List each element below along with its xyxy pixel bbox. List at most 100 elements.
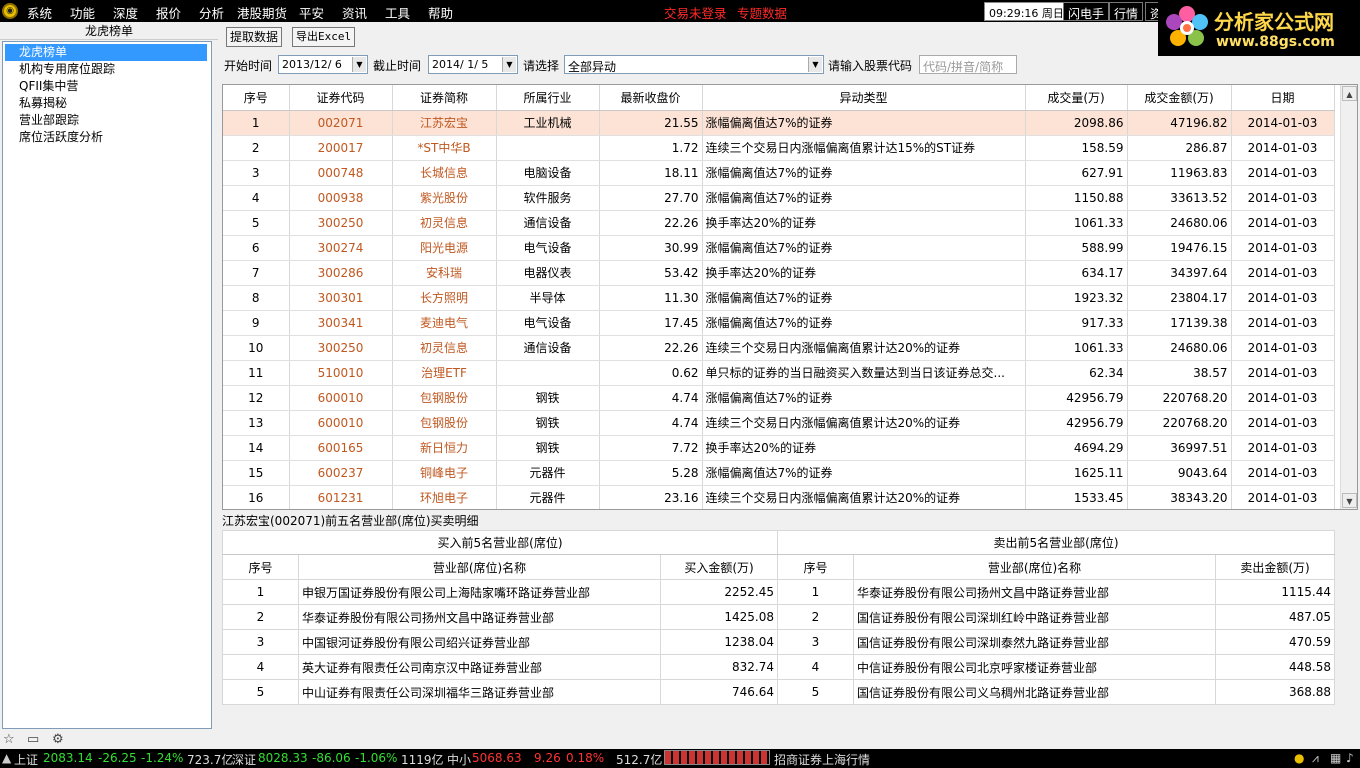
header-col-close[interactable]: 最新收盘价 [599, 85, 703, 111]
table-row[interactable]: 7 300286 安科瑞 电器仪表 53.42 换手率达20%的证券 634.17 34397… [223, 260, 1335, 286]
cell-sell-amount: 470.59 [1215, 629, 1335, 655]
flash-trade-button[interactable]: 闪电手 [1063, 2, 1110, 21]
table-row[interactable]: 13 600010 包钢股份 钢铁 4.74 连续三个交易日内涨幅偏离值累计达20%的证券… [223, 410, 1335, 436]
scroll-down-icon[interactable]: ▼ [1342, 493, 1357, 508]
cell-col-date: 2014-01-03 [1231, 285, 1335, 311]
table-row[interactable]: 2 200017 *ST中华B 1.72 连续三个交易日内涨幅偏离值累计达15%的ST证… [223, 135, 1335, 161]
cell-buy-broker-name: 英大证券有限责任公司南京汉中路证券营业部 [298, 654, 661, 680]
cell-col-date: 2014-01-03 [1231, 260, 1335, 286]
header-col-name[interactable]: 证券简称 [392, 85, 497, 111]
table-scrollbar[interactable]: ▲ ▼ [1340, 85, 1357, 509]
nav-item-private-fund[interactable]: 私募揭秘 [3, 95, 211, 112]
chevron-down-icon[interactable]: ▼ [502, 57, 516, 72]
menu-hk-futures[interactable]: 港股期货 [237, 3, 287, 22]
header-col-industry[interactable]: 所属行业 [496, 85, 600, 111]
sell-col-amount[interactable]: 卖出金额(万) [1215, 554, 1335, 580]
header-col-amount[interactable]: 成交金额(万) [1127, 85, 1232, 111]
sh-label[interactable]: 上证 [14, 751, 38, 768]
detail-row[interactable]: 5 中山证券有限责任公司深圳福华三路证券营业部 746.64 5 国信证券股份有限公司义… [222, 679, 1335, 705]
cell-col-amount: 220768.20 [1127, 410, 1232, 436]
menu-function[interactable]: 功能 [70, 3, 95, 22]
buy-col-index[interactable]: 序号 [222, 554, 299, 580]
scroll-up-icon[interactable]: ▲ [1342, 86, 1357, 101]
nav-item-dragon-tiger[interactable]: 龙虎榜单 [5, 44, 207, 61]
trade-login-warning[interactable]: 交易未登录 [664, 3, 727, 22]
buy-col-amount[interactable]: 买入金额(万) [660, 554, 778, 580]
cell-col-close: 22.26 [599, 335, 703, 361]
cell-col-close: 1.72 [599, 135, 703, 161]
special-data-link[interactable]: 专题数据 [737, 3, 787, 22]
cell-col-volume: 4694.29 [1025, 435, 1128, 461]
cell-col-index: 2 [223, 135, 290, 161]
star-icon[interactable]: ☆ [3, 732, 19, 748]
chevron-down-icon[interactable]: ▼ [352, 57, 366, 72]
table-row[interactable]: 11 510010 治理ETF 0.62 单只标的证券的当日融资买入数量达到当日该证券总… [223, 360, 1335, 386]
header-col-index[interactable]: 序号 [223, 85, 290, 111]
table-row[interactable]: 4 000938 紫光股份 软件服务 27.70 涨幅偏离值达7%的证券 1150.88 33… [223, 185, 1335, 211]
sell-col-name[interactable]: 营业部(席位)名称 [853, 554, 1216, 580]
detail-row[interactable]: 2 华泰证券股份有限公司扬州文昌中路证券营业部 1425.08 2 国信证券股份有限公司… [222, 604, 1335, 630]
stock-code-input[interactable]: 代码/拼音/简称 [919, 55, 1017, 74]
header-col-anomaly[interactable]: 异动类型 [702, 85, 1026, 111]
menu-tools[interactable]: 工具 [385, 3, 410, 22]
folder-icon[interactable]: ▭ [27, 732, 43, 748]
detail-row[interactable]: 3 中国银河证券股份有限公司绍兴证券营业部 1238.04 3 国信证券股份有限公司深圳… [222, 629, 1335, 655]
table-row[interactable]: 9 300341 麦迪电气 电气设备 17.45 涨幅偏离值达7%的证券 917.33 171… [223, 310, 1335, 336]
app-logo-icon[interactable]: ◉ [2, 3, 18, 19]
sz-label[interactable]: 深证 [232, 751, 256, 768]
menu-analysis[interactable]: 分析 [199, 3, 224, 22]
table-row[interactable]: 15 600237 铜峰电子 元器件 5.28 涨幅偏离值达7%的证券 1625.11 904… [223, 460, 1335, 486]
end-date-picker[interactable]: 2014/ 1/ 5 ▼ [428, 55, 518, 74]
buy-col-name[interactable]: 营业部(席位)名称 [298, 554, 661, 580]
brand-logo: 分析家公式网 www.88gs.com [1158, 0, 1360, 56]
table-row[interactable]: 14 600165 新日恒力 钢铁 7.72 换手率达20%的证券 4694.29 36997… [223, 435, 1335, 461]
table-row[interactable]: 3 000748 长城信息 电脑设备 18.11 涨幅偏离值达7%的证券 627.91 119… [223, 160, 1335, 186]
table-row[interactable]: 5 300250 初灵信息 通信设备 22.26 换手率达20%的证券 1061.33 246… [223, 210, 1335, 236]
start-date-picker[interactable]: 2013/12/ 6 ▼ [278, 55, 368, 74]
menu-quote[interactable]: 报价 [156, 3, 181, 22]
detail-row[interactable]: 4 英大证券有限责任公司南京汉中路证券营业部 832.74 4 中信证券股份有限公司北京… [222, 654, 1335, 680]
nav-item-institution-seats[interactable]: 机构专用席位跟踪 [3, 61, 211, 78]
volume-icon[interactable]: ♪ [1346, 751, 1354, 765]
table-row[interactable]: 10 300250 初灵信息 通信设备 22.26 连续三个交易日内涨幅偏离值累计达20%… [223, 335, 1335, 361]
menu-news[interactable]: 资讯 [342, 3, 367, 22]
table-row[interactable]: 6 300274 阳光电源 电气设备 30.99 涨幅偏离值达7%的证券 588.99 194… [223, 235, 1335, 261]
cell-col-close: 4.74 [599, 385, 703, 411]
table-row[interactable]: 1 002071 江苏宏宝 工业机械 21.55 涨幅偏离值达7%的证券 2098.86 47… [223, 110, 1335, 136]
header-col-code[interactable]: 证券代码 [289, 85, 393, 111]
cell-col-code: 510010 [289, 360, 393, 386]
chevron-down-icon[interactable]: ▼ [808, 57, 822, 72]
menu-depth[interactable]: 深度 [113, 3, 138, 22]
fetch-data-button[interactable]: 提取数据 [226, 27, 283, 47]
gear-icon[interactable]: ⚙ [52, 732, 68, 748]
cell-col-amount: 24680.06 [1127, 210, 1232, 236]
zx-amount: 512.7亿 [616, 753, 663, 767]
menu-pingan[interactable]: 平安 [299, 3, 324, 22]
coin-icon[interactable]: ● [1294, 751, 1304, 765]
nav-item-branch-tracking[interactable]: 营业部跟踪 [3, 112, 211, 129]
cell-col-code: 300341 [289, 310, 393, 336]
left-nav-list: 龙虎榜单 机构专用席位跟踪 QFII集中营 私募揭秘 营业部跟踪 席位活跃度分析 [2, 41, 212, 729]
cell-col-index: 4 [223, 185, 290, 211]
zx-label[interactable]: 中小 [447, 751, 471, 768]
anomaly-type-select[interactable]: 全部异动 ▼ [564, 55, 824, 74]
stock-code-label: 请输入股票代码 [828, 59, 913, 73]
nav-item-qfii[interactable]: QFII集中营 [3, 78, 211, 95]
nav-item-seat-activity[interactable]: 席位活跃度分析 [3, 129, 211, 146]
cell-col-industry: 通信设备 [496, 335, 600, 361]
table-row[interactable]: 8 300301 长方照明 半导体 11.30 涨幅偏离值达7%的证券 1923.32 238… [223, 285, 1335, 311]
cell-col-amount: 36997.51 [1127, 435, 1232, 461]
market-button[interactable]: 行情 [1109, 2, 1144, 21]
table-row[interactable]: 16 601231 环旭电子 元器件 23.16 连续三个交易日内涨幅偏离值累计达20%的… [223, 485, 1335, 509]
cell-col-industry: 元器件 [496, 460, 600, 486]
sh-amount: 723.7亿 [187, 753, 234, 767]
zx-index: 5068.63 [472, 751, 522, 765]
detail-row[interactable]: 1 申银万国证券股份有限公司上海陆家嘴环路证券营业部 2252.45 1 华泰证券股份有… [222, 579, 1335, 605]
export-excel-button[interactable]: 导出Excel [292, 27, 356, 47]
header-col-date[interactable]: 日期 [1231, 85, 1335, 111]
menu-system[interactable]: 系统 [27, 3, 52, 22]
header-col-volume[interactable]: 成交量(万) [1025, 85, 1128, 111]
table-row[interactable]: 12 600010 包钢股份 钢铁 4.74 涨幅偏离值达7%的证券 42956.79 220… [223, 385, 1335, 411]
sell-col-index[interactable]: 序号 [777, 554, 854, 580]
menu-help[interactable]: 帮助 [428, 3, 453, 22]
